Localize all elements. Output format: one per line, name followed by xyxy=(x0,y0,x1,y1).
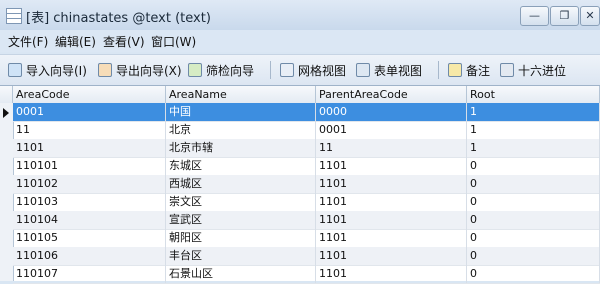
table-row[interactable]: 110106 丰台区 1101 0 xyxy=(13,247,600,266)
title-bar: [表] chinastates @text (text) — ❐ ✕ xyxy=(0,0,600,31)
grid-view-button[interactable]: 网格视图 xyxy=(280,60,346,80)
export-wizard-label: 导出向导(X) xyxy=(116,63,182,78)
form-view-label: 表单视图 xyxy=(374,63,423,78)
table-row[interactable]: 1101 北京市辖 11 1 xyxy=(13,139,600,158)
cell-parentareacode[interactable]: 1101 xyxy=(316,211,467,229)
cell-root[interactable]: 0 xyxy=(467,247,600,265)
hex-button[interactable]: 十六进位 xyxy=(500,60,566,80)
column-header-areacode[interactable]: AreaCode xyxy=(13,86,166,103)
table-row[interactable]: 110101 东城区 1101 0 xyxy=(13,157,600,176)
table-row[interactable]: 0001 中国 0000 1 xyxy=(13,103,600,122)
grid-view-label: 网格视图 xyxy=(298,63,347,78)
cell-areaname[interactable]: 石景山区 xyxy=(166,265,316,283)
cell-parentareacode[interactable]: 1101 xyxy=(316,175,467,193)
data-grid: AreaCode AreaName ParentAreaCode Root 00… xyxy=(0,85,600,284)
table-row[interactable]: 110107 石景山区 1101 0 xyxy=(13,265,600,284)
current-row-arrow-icon xyxy=(3,108,9,118)
cell-root[interactable]: 1 xyxy=(467,139,600,157)
menu-bar: 文件(F) 编辑(E) 查看(V) 窗口(W) xyxy=(0,30,600,52)
table-row[interactable]: 110105 朝阳区 1101 0 xyxy=(13,229,600,248)
table-row[interactable]: 110103 崇文区 1101 0 xyxy=(13,193,600,212)
export-wizard-button[interactable]: 导出向导(X) xyxy=(98,60,182,80)
cell-areacode[interactable]: 110101 xyxy=(13,157,166,175)
row-indicator-column xyxy=(0,103,14,281)
cell-root[interactable]: 0 xyxy=(467,229,600,247)
cell-areacode[interactable]: 110103 xyxy=(13,193,166,211)
cell-root[interactable]: 0 xyxy=(467,211,600,229)
table-icon xyxy=(6,8,22,24)
cell-areacode[interactable]: 110105 xyxy=(13,229,166,247)
menu-file[interactable]: 文件(F) xyxy=(8,33,48,50)
cell-areaname[interactable]: 中国 xyxy=(166,103,316,121)
window-title: [表] chinastates @text (text) xyxy=(26,11,211,26)
toolbar-separator xyxy=(270,61,271,79)
cell-areacode[interactable]: 110104 xyxy=(13,211,166,229)
cell-areaname[interactable]: 北京市辖 xyxy=(166,139,316,157)
table-row[interactable]: 110102 西城区 1101 0 xyxy=(13,175,600,194)
cell-root[interactable]: 0 xyxy=(467,265,600,283)
restore-button[interactable]: ❐ xyxy=(550,6,579,26)
cell-areaname[interactable]: 北京 xyxy=(166,121,316,139)
minimize-button[interactable]: — xyxy=(520,6,549,26)
form-view-icon xyxy=(356,63,370,77)
cell-areacode[interactable]: 0001 xyxy=(13,103,166,121)
close-button[interactable]: ✕ xyxy=(580,6,600,26)
grid-view-icon xyxy=(280,63,294,77)
cell-parentareacode[interactable]: 1101 xyxy=(316,265,467,283)
column-header-areaname[interactable]: AreaName xyxy=(166,86,316,103)
memo-button[interactable]: 备注 xyxy=(448,60,490,80)
cell-areaname[interactable]: 东城区 xyxy=(166,157,316,175)
cell-areacode[interactable]: 11 xyxy=(13,121,166,139)
toolbar: 导入向导(I) 导出向导(X) 筛检向导 网格视图 表单视图 备注 十六进位 xyxy=(0,54,600,86)
cell-areaname[interactable]: 西城区 xyxy=(166,175,316,193)
table-row[interactable]: 110104 宣武区 1101 0 xyxy=(13,211,600,230)
memo-icon xyxy=(448,63,462,77)
header-corner xyxy=(0,86,13,103)
hex-icon xyxy=(500,63,514,77)
cell-root[interactable]: 1 xyxy=(467,103,600,121)
cell-areaname[interactable]: 宣武区 xyxy=(166,211,316,229)
cell-parentareacode[interactable]: 1101 xyxy=(316,247,467,265)
filter-icon xyxy=(188,63,202,77)
cell-parentareacode[interactable]: 0001 xyxy=(316,121,467,139)
cell-parentareacode[interactable]: 1101 xyxy=(316,229,467,247)
export-icon xyxy=(98,63,112,77)
toolbar-separator xyxy=(438,61,439,79)
cell-parentareacode[interactable]: 0000 xyxy=(316,103,467,121)
cell-root[interactable]: 1 xyxy=(467,121,600,139)
import-icon xyxy=(8,63,22,77)
form-view-button[interactable]: 表单视图 xyxy=(356,60,422,80)
hex-label: 十六进位 xyxy=(518,63,567,78)
cell-parentareacode[interactable]: 1101 xyxy=(316,157,467,175)
column-header-parentareacode[interactable]: ParentAreaCode xyxy=(316,86,467,103)
memo-label: 备注 xyxy=(466,63,491,78)
cell-root[interactable]: 0 xyxy=(467,193,600,211)
filter-wizard-label: 筛检向导 xyxy=(206,63,255,78)
cell-root[interactable]: 0 xyxy=(467,157,600,175)
cell-areacode[interactable]: 110106 xyxy=(13,247,166,265)
import-wizard-label: 导入向导(I) xyxy=(26,63,87,78)
cell-areacode[interactable]: 110102 xyxy=(13,175,166,193)
cell-areaname[interactable]: 丰台区 xyxy=(166,247,316,265)
column-header-root[interactable]: Root xyxy=(467,86,600,103)
import-wizard-button[interactable]: 导入向导(I) xyxy=(8,60,87,80)
cell-parentareacode[interactable]: 1101 xyxy=(316,193,467,211)
cell-areaname[interactable]: 朝阳区 xyxy=(166,229,316,247)
menu-window[interactable]: 窗口(W) xyxy=(151,33,196,50)
cell-areaname[interactable]: 崇文区 xyxy=(166,193,316,211)
table-row[interactable]: 11 北京 0001 1 xyxy=(13,121,600,140)
cell-parentareacode[interactable]: 11 xyxy=(316,139,467,157)
cell-areacode[interactable]: 110107 xyxy=(13,265,166,283)
filter-wizard-button[interactable]: 筛检向导 xyxy=(188,60,254,80)
cell-areacode[interactable]: 1101 xyxy=(13,139,166,157)
cell-root[interactable]: 0 xyxy=(467,175,600,193)
menu-edit[interactable]: 编辑(E) xyxy=(55,33,96,50)
grid-header: AreaCode AreaName ParentAreaCode Root xyxy=(0,86,600,104)
menu-view[interactable]: 查看(V) xyxy=(103,33,145,50)
